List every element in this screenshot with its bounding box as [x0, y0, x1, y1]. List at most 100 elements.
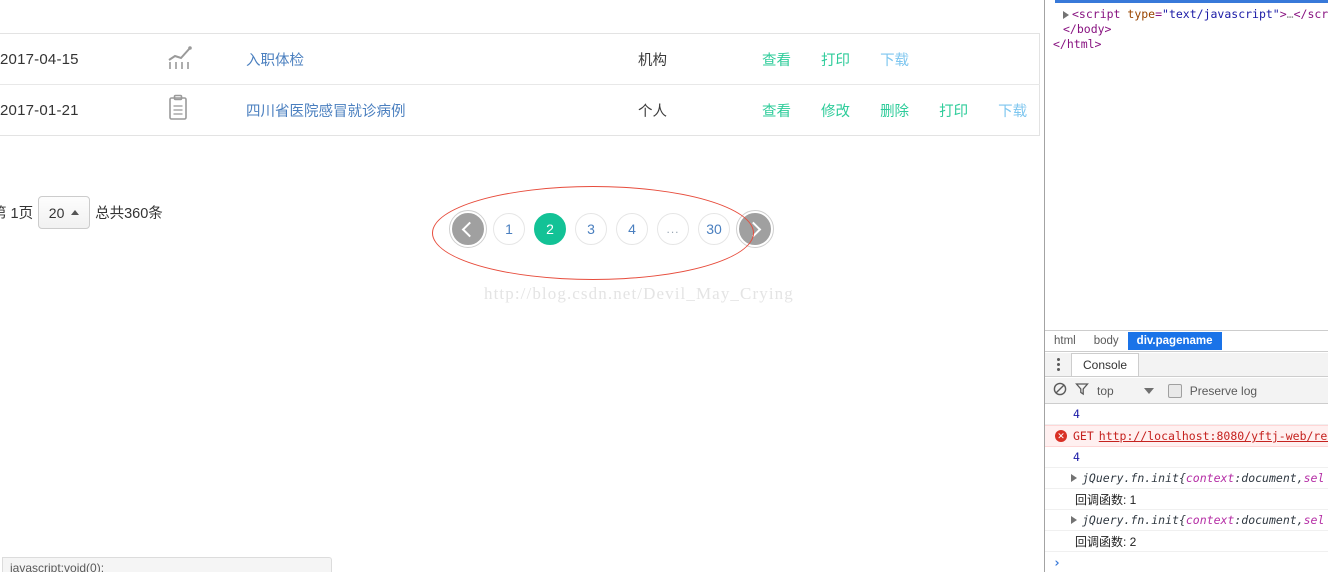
pager-summary: 第 1页 20 总共360条: [0, 196, 163, 229]
action-view[interactable]: 查看: [762, 49, 791, 70]
table-row[interactable]: 2017-01-21 四川省医院感冒就诊病例 个人 查看 修改 删除 打印 下载: [0, 85, 1040, 136]
cell-name: 四川省医院感冒就诊病例: [246, 85, 638, 136]
action-download[interactable]: 下载: [880, 49, 909, 70]
prompt-arrow-icon: ›: [1053, 555, 1061, 571]
chart-line-icon: [166, 44, 194, 74]
expand-triangle-icon[interactable]: [1071, 474, 1077, 482]
cell-icon: [166, 85, 246, 136]
object-value: document,: [1241, 513, 1304, 527]
log-row-object: jQuery.fn.init { context : document, sel: [1045, 510, 1328, 531]
clipboard-icon: [166, 94, 190, 126]
object-key: context: [1185, 513, 1235, 527]
expand-triangle-icon[interactable]: [1071, 516, 1077, 524]
cell-type: 机构: [638, 34, 762, 85]
tab-console[interactable]: Console: [1071, 353, 1140, 376]
pagination-page-4[interactable]: 4: [616, 213, 648, 245]
page-index-label: 第 1页: [0, 206, 34, 222]
chevron-left-icon: [461, 221, 478, 237]
dom-line[interactable]: </html>: [1045, 37, 1328, 52]
action-print[interactable]: 打印: [939, 100, 968, 121]
console-prompt[interactable]: ›: [1045, 552, 1328, 572]
log-value: 4: [1073, 450, 1080, 464]
object-value: document,: [1241, 471, 1304, 485]
caret-up-icon: [71, 210, 80, 215]
console-context-select[interactable]: top: [1097, 384, 1114, 398]
pagination-page-1[interactable]: 1: [493, 213, 525, 245]
record-name-link[interactable]: 入职体检: [246, 53, 304, 69]
cell-actions: 查看 打印 下载: [762, 34, 1040, 85]
devtools-panel: <script type="text/javascript">…</scri <…: [1044, 0, 1328, 572]
object-colon: :: [1234, 471, 1242, 485]
cell-date: 2017-01-21: [0, 85, 166, 136]
action-delete[interactable]: 删除: [880, 100, 909, 121]
pagination-prev-button[interactable]: [449, 210, 487, 248]
action-print[interactable]: 打印: [821, 49, 850, 70]
kebab-menu-icon[interactable]: [1045, 352, 1071, 376]
cell-actions: 查看 修改 删除 打印 下载: [762, 85, 1040, 136]
object-key: sel: [1303, 471, 1325, 485]
table-row[interactable]: 2017-04-15 入职体检 机构 查看 打印 下载: [0, 34, 1040, 85]
record-type: 机构: [638, 52, 667, 69]
breadcrumb-item-html[interactable]: html: [1045, 332, 1085, 350]
object-colon: :: [1234, 513, 1242, 527]
pagination-ellipsis: ...: [657, 213, 689, 245]
log-row: 4: [1045, 447, 1328, 468]
action-download[interactable]: 下载: [998, 100, 1027, 121]
record-date: 2017-04-15: [0, 50, 79, 68]
pagination-page-2[interactable]: 2: [534, 213, 566, 245]
log-row: 回调函数: 1: [1045, 489, 1328, 510]
log-value: 4: [1073, 407, 1080, 421]
dom-line[interactable]: <script type="text/javascript">…</scri: [1045, 7, 1328, 22]
drawer-tabbar: Console: [1045, 353, 1328, 377]
record-type: 个人: [638, 103, 667, 120]
console-log-list[interactable]: 4 ✕ GET http://localhost:8080/yftj-web/r…: [1045, 404, 1328, 572]
web-page-region: 2017-04-15 入职体检 机构 查看 打印 下载 2017-01-21 四…: [0, 0, 1044, 572]
breadcrumb: html body div.pagename: [1045, 330, 1328, 352]
cell-date: 2017-04-15: [0, 34, 166, 85]
action-edit[interactable]: 修改: [821, 100, 850, 121]
selection-highlight-bar: [1055, 0, 1328, 3]
record-name-link[interactable]: 四川省医院感冒就诊病例: [246, 104, 406, 120]
watermark-text: http://blog.csdn.net/Devil_May_Crying: [484, 284, 794, 303]
object-brace: {: [1178, 513, 1186, 527]
breadcrumb-item-div-pagename[interactable]: div.pagename: [1127, 332, 1222, 350]
breadcrumb-item-body[interactable]: body: [1085, 332, 1128, 350]
pagination-next-button[interactable]: [736, 210, 774, 248]
expand-triangle-icon[interactable]: [1063, 10, 1069, 19]
error-url[interactable]: http://localhost:8080/yftj-web/resou: [1099, 429, 1328, 443]
action-view[interactable]: 查看: [762, 100, 791, 121]
clear-console-icon[interactable]: [1053, 382, 1067, 399]
chevron-right-icon: [745, 221, 762, 237]
page-size-value: 20: [48, 204, 65, 221]
log-row: 4: [1045, 404, 1328, 425]
screenshot-root: 2017-04-15 入职体检 机构 查看 打印 下载 2017-01-21 四…: [0, 0, 1328, 572]
record-date: 2017-01-21: [0, 101, 79, 119]
console-toolbar: top Preserve log: [1045, 378, 1328, 404]
dom-line[interactable]: </body>: [1045, 22, 1328, 37]
pagination-page-3[interactable]: 3: [575, 213, 607, 245]
pagination-page-30[interactable]: 30: [698, 213, 730, 245]
log-message: 回调函数: 2: [1075, 534, 1137, 549]
object-key: sel: [1303, 513, 1325, 527]
page-size-select[interactable]: 20: [38, 196, 91, 229]
elements-pane: <script type="text/javascript">…</scri <…: [1045, 0, 1328, 331]
object-key: context: [1185, 471, 1235, 485]
log-row-error: ✕ GET http://localhost:8080/yftj-web/res…: [1045, 425, 1328, 447]
filter-icon[interactable]: [1075, 382, 1089, 399]
object-brace: {: [1178, 471, 1186, 485]
error-icon: ✕: [1055, 430, 1067, 442]
browser-status-bar: javascript:void(0);: [2, 557, 332, 572]
cell-type: 个人: [638, 85, 762, 136]
error-method: GET: [1073, 429, 1094, 443]
log-row-object: jQuery.fn.init { context : document, sel: [1045, 468, 1328, 489]
preserve-log-label: Preserve log: [1189, 383, 1258, 398]
cell-icon: [166, 34, 246, 85]
records-table: 2017-04-15 入职体检 机构 查看 打印 下载 2017-01-21 四…: [0, 33, 1040, 136]
chevron-down-icon[interactable]: [1143, 387, 1154, 394]
object-name: jQuery.fn.init: [1082, 513, 1179, 527]
pagination: 1 2 3 4 ... 30: [449, 210, 774, 248]
log-row: 回调函数: 2: [1045, 531, 1328, 552]
total-count-label: 总共360条: [95, 206, 163, 222]
cell-name: 入职体检: [246, 34, 638, 85]
preserve-log-checkbox[interactable]: [1167, 383, 1182, 398]
